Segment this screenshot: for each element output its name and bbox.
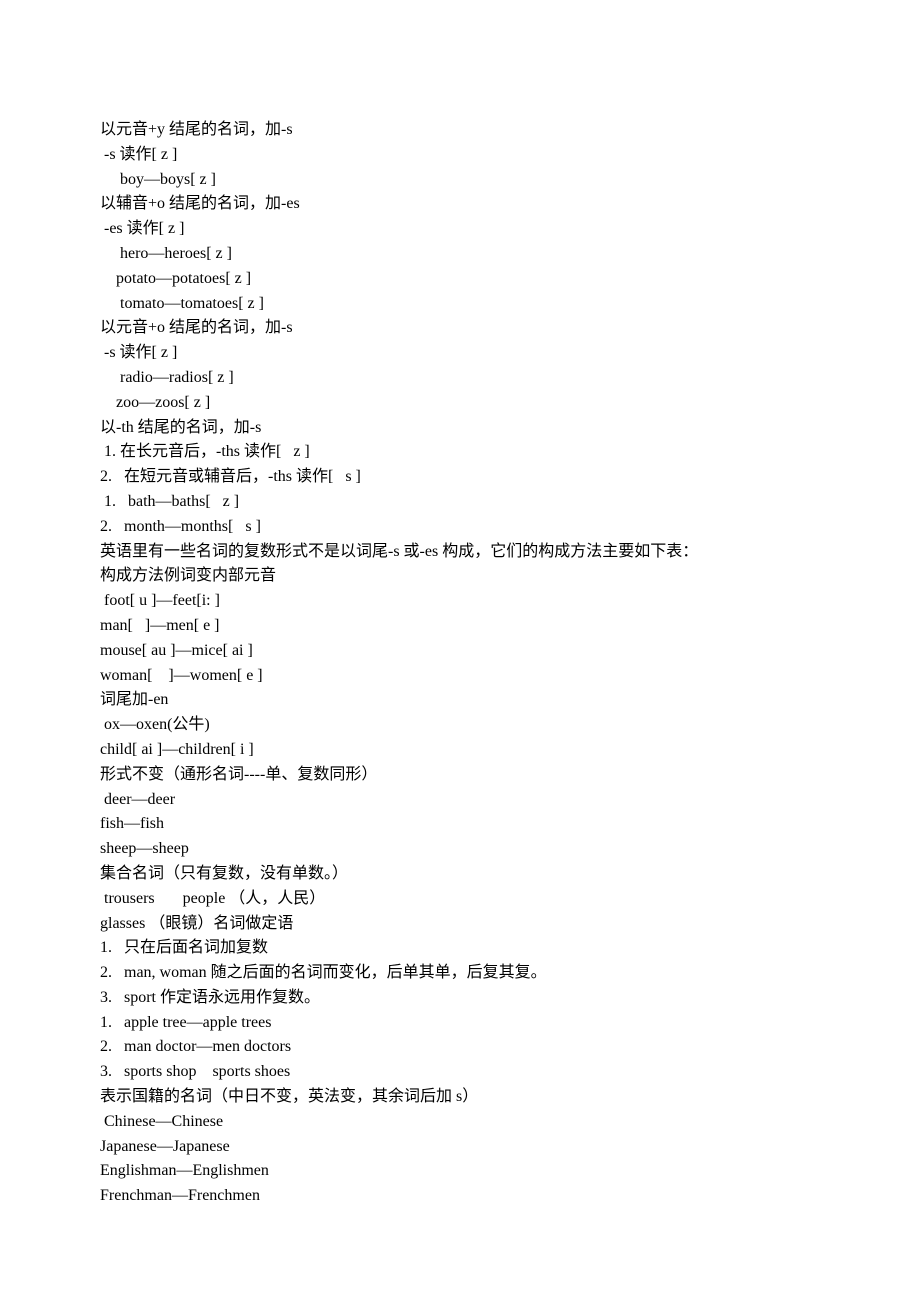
text-line: 2. man, woman 随之后面的名词而变化，后单其单，后复其复。 xyxy=(100,961,820,986)
text-line: -s 读作[ z ] xyxy=(100,341,820,366)
text-line: 形式不变（通形名词----单、复数同形） xyxy=(100,763,820,788)
text-line: 1. apple tree—apple trees xyxy=(100,1011,820,1036)
text-line: child[ ai ]—children[ i ] xyxy=(100,738,820,763)
text-line: -es 读作[ z ] xyxy=(100,217,820,242)
text-line: trousers people （人，人民） xyxy=(100,887,820,912)
text-line: 1. 在长元音后，-ths 读作[ z ] xyxy=(100,440,820,465)
text-line: Frenchman—Frenchmen xyxy=(100,1184,820,1209)
text-line: tomato—tomatoes[ z ] xyxy=(100,292,820,317)
text-line: 3. sport 作定语永远用作复数。 xyxy=(100,986,820,1011)
text-line: ox—oxen(公牛) xyxy=(100,713,820,738)
text-line: Englishman—Englishmen xyxy=(100,1159,820,1184)
document-page: 以元音+y 结尾的名词，加-s -s 读作[ z ] boy—boys[ z ]… xyxy=(0,0,920,1302)
text-line: 以-th 结尾的名词，加-s xyxy=(100,416,820,441)
text-line: 构成方法例词变内部元音 xyxy=(100,564,820,589)
text-line: fish—fish xyxy=(100,812,820,837)
text-line: Japanese—Japanese xyxy=(100,1135,820,1160)
text-line: 以元音+o 结尾的名词，加-s xyxy=(100,316,820,341)
text-line: -s 读作[ z ] xyxy=(100,143,820,168)
text-line: Chinese—Chinese xyxy=(100,1110,820,1135)
text-line: 集合名词（只有复数，没有单数。） xyxy=(100,862,820,887)
text-line: 表示国籍的名词（中日不变，英法变，其余词后加 s） xyxy=(100,1085,820,1110)
text-line: zoo—zoos[ z ] xyxy=(100,391,820,416)
text-line: mouse[ au ]—mice[ ai ] xyxy=(100,639,820,664)
text-line: glasses （眼镜）名词做定语 xyxy=(100,912,820,937)
text-line: foot[ u ]—feet[i: ] xyxy=(100,589,820,614)
text-line: radio—radios[ z ] xyxy=(100,366,820,391)
text-line: 1. bath—baths[ z ] xyxy=(100,490,820,515)
text-line: potato—potatoes[ z ] xyxy=(100,267,820,292)
text-line: 2. 在短元音或辅音后，-ths 读作[ s ] xyxy=(100,465,820,490)
text-line: 2. month—months[ s ] xyxy=(100,515,820,540)
text-line: sheep—sheep xyxy=(100,837,820,862)
text-line: boy—boys[ z ] xyxy=(100,168,820,193)
text-line: 2. man doctor—men doctors xyxy=(100,1035,820,1060)
text-line: 1. 只在后面名词加复数 xyxy=(100,936,820,961)
text-line: 以元音+y 结尾的名词，加-s xyxy=(100,118,820,143)
text-line: man[ ]—men[ e ] xyxy=(100,614,820,639)
text-line: woman[ ]—women[ e ] xyxy=(100,664,820,689)
text-line: 以辅音+o 结尾的名词，加-es xyxy=(100,192,820,217)
text-line: deer—deer xyxy=(100,788,820,813)
text-line: 英语里有一些名词的复数形式不是以词尾-s 或-es 构成，它们的构成方法主要如下… xyxy=(100,540,820,565)
text-line: 词尾加-en xyxy=(100,688,820,713)
text-line: hero—heroes[ z ] xyxy=(100,242,820,267)
text-line: 3. sports shop sports shoes xyxy=(100,1060,820,1085)
